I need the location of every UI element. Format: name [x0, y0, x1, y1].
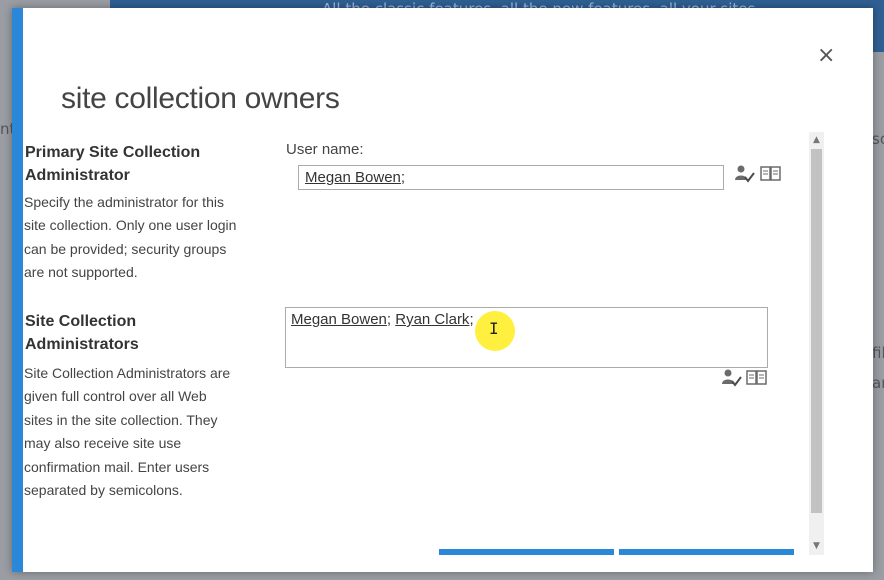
primary-admin-heading-line: Administrator	[25, 167, 130, 184]
ok-button[interactable]	[439, 549, 614, 555]
address-book-icon[interactable]	[746, 368, 768, 388]
cancel-button[interactable]	[619, 549, 794, 555]
site-admins-people-picker[interactable]: Megan Bowen; Ryan Clark;	[285, 307, 768, 368]
site-admins-heading-line: Administrators	[25, 336, 139, 353]
description-line: Site Collection Administrators are	[24, 365, 231, 381]
background-edge-text: ar	[872, 374, 884, 392]
description-line: may also receive site use	[24, 435, 182, 452]
site-admins-heading: Site Collection Administrators	[25, 310, 139, 356]
background-edge-text: so	[872, 130, 884, 148]
text-cursor-icon: I	[489, 319, 499, 338]
description-line: are not supported.	[24, 264, 138, 281]
check-names-icon[interactable]	[721, 368, 743, 388]
scrollbar-thumb[interactable]	[811, 149, 822, 513]
site-admins-value: Megan Bowen; Ryan Clark;	[291, 311, 474, 328]
check-names-icon[interactable]	[734, 164, 756, 184]
description-line: sites in the site collection. They	[24, 411, 218, 428]
site-admins-heading-line: Site Collection	[25, 313, 137, 330]
primary-admin-heading-line: Primary Site Collection	[25, 144, 201, 161]
separator: ;	[400, 169, 406, 186]
primary-admin-people-picker[interactable]: Megan Bowen;	[298, 165, 724, 190]
scroll-up-icon[interactable]: ▲	[809, 132, 824, 148]
dialog-accent-bar	[12, 8, 23, 572]
primary-admin-heading: Primary Site Collection Administrator	[25, 141, 200, 187]
dialog-title: site collection owners	[61, 82, 340, 115]
scroll-down-icon[interactable]: ▼	[809, 538, 824, 554]
separator: ;	[386, 311, 396, 328]
site-admins-description: Site Collection Administrators are given…	[24, 362, 276, 502]
description-line: confirmation mail. Enter users	[24, 458, 210, 475]
background-edge-text: fil	[872, 344, 884, 362]
description-line: Specify the administrator for this	[24, 194, 224, 210]
description-line: given full control over all Web	[24, 388, 207, 405]
separator: ;	[469, 311, 474, 328]
close-icon[interactable]: ×	[817, 43, 835, 68]
resolved-user[interactable]: Megan Bowen	[305, 169, 401, 186]
site-collection-owners-dialog: × site collection owners Primary Site Co…	[12, 8, 873, 572]
primary-admin-value: Megan Bowen;	[305, 169, 405, 186]
description-line: separated by semicolons.	[24, 482, 183, 499]
resolved-user[interactable]: Ryan Clark	[395, 311, 469, 328]
primary-admin-description: Specify the administrator for this site …	[24, 191, 276, 285]
description-line: can be provided; security groups	[24, 240, 227, 257]
description-line: site collection. Only one user login	[24, 217, 237, 234]
user-name-label: User name:	[286, 141, 364, 158]
resolved-user[interactable]: Megan Bowen	[291, 311, 387, 328]
address-book-icon[interactable]	[760, 164, 782, 184]
